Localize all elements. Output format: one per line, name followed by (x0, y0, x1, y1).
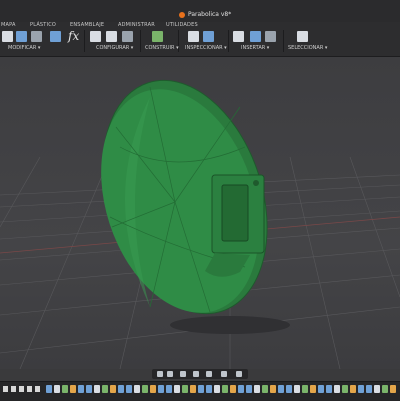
group-modificar[interactable]: MODIFICAR ▾ (8, 45, 40, 52)
ribbon-separator (84, 30, 85, 52)
timeline-feature[interactable] (150, 385, 156, 393)
timeline-feature[interactable] (326, 385, 332, 393)
setup-icon[interactable] (90, 31, 101, 42)
timeline-feature[interactable] (334, 385, 340, 393)
timeline-feature[interactable] (134, 385, 140, 393)
title-bar: Parabolica v8* (0, 0, 400, 22)
timeline-feature[interactable] (126, 385, 132, 393)
timeline-feature[interactable] (94, 385, 100, 393)
timeline-feature[interactable] (70, 385, 76, 393)
timeline-feature[interactable] (54, 385, 60, 393)
timeline-feature[interactable] (174, 385, 180, 393)
construct-plane-icon[interactable] (152, 31, 163, 42)
orbit-icon[interactable] (157, 371, 163, 377)
group-insertar[interactable]: INSERTAR ▾ (241, 45, 269, 52)
zoom-icon[interactable] (180, 371, 186, 377)
pan-icon[interactable] (167, 371, 173, 377)
stock-icon[interactable] (106, 31, 117, 42)
press-pull-icon[interactable] (2, 31, 13, 42)
play-icon[interactable] (19, 386, 24, 392)
timeline-feature[interactable] (222, 385, 228, 393)
timeline-feature[interactable] (262, 385, 268, 393)
chamfer-icon[interactable] (31, 31, 42, 42)
timeline-feature[interactable] (110, 385, 116, 393)
next-icon[interactable] (27, 386, 32, 392)
fit-icon[interactable] (193, 371, 199, 377)
fusion-app-icon (179, 12, 185, 18)
timeline-feature[interactable] (206, 385, 212, 393)
timeline-feature[interactable] (270, 385, 276, 393)
timeline-feature[interactable] (86, 385, 92, 393)
fillet-icon[interactable] (16, 31, 27, 42)
tab-mapa[interactable]: MAPA (1, 22, 16, 29)
display-icon[interactable] (206, 371, 212, 377)
timeline-feature[interactable] (238, 385, 244, 393)
mount-screw (253, 180, 259, 186)
decal-icon[interactable] (265, 31, 276, 42)
previous-icon[interactable] (11, 386, 16, 392)
timeline-feature[interactable] (214, 385, 220, 393)
timeline-feature[interactable] (46, 385, 52, 393)
ribbon-separator (228, 30, 229, 52)
timeline-feature[interactable] (358, 385, 364, 393)
timeline-feature[interactable] (294, 385, 300, 393)
tab-utilidades[interactable]: UTILIDADES (166, 22, 198, 29)
group-construir[interactable]: CONSTRUIR ▾ (145, 45, 179, 52)
timeline-feature[interactable] (62, 385, 68, 393)
timeline-feature[interactable] (278, 385, 284, 393)
grid-icon[interactable] (221, 371, 227, 377)
timeline-feature[interactable] (158, 385, 164, 393)
timeline-feature[interactable] (190, 385, 196, 393)
section-analysis-icon[interactable] (203, 31, 214, 42)
tab-administrar[interactable]: ADMINISTRAR (118, 22, 155, 29)
timeline-feature[interactable] (198, 385, 204, 393)
timeline-feature[interactable] (382, 385, 388, 393)
ribbon-separator (140, 30, 141, 52)
tab-plastico[interactable]: PLÁSTICO (30, 22, 56, 29)
feed-slot (221, 184, 249, 242)
timeline-feature[interactable] (246, 385, 252, 393)
select-icon[interactable] (297, 31, 308, 42)
timeline-feature[interactable] (342, 385, 348, 393)
timeline-feature[interactable] (102, 385, 108, 393)
dish-shadow (170, 316, 290, 334)
timeline-feature[interactable] (142, 385, 148, 393)
timeline-feature[interactable] (166, 385, 172, 393)
timeline-feature[interactable] (310, 385, 316, 393)
timeline-feature[interactable] (78, 385, 84, 393)
timeline-feature[interactable] (286, 385, 292, 393)
last-icon[interactable] (35, 386, 40, 392)
timeline-feature[interactable] (390, 385, 396, 393)
timeline-feature[interactable] (182, 385, 188, 393)
timeline-feature[interactable] (230, 385, 236, 393)
document-title: Parabolica v8* (188, 11, 232, 18)
first-icon[interactable] (3, 386, 8, 392)
ribbon-separator (283, 30, 284, 52)
viewport-canvas (0, 79, 400, 369)
measure-icon[interactable] (188, 31, 199, 42)
timeline-feature[interactable] (254, 385, 260, 393)
timeline-feature[interactable] (118, 385, 124, 393)
timeline-feature[interactable] (318, 385, 324, 393)
timeline-feature[interactable] (366, 385, 372, 393)
table-icon[interactable] (122, 31, 133, 42)
group-inspeccionar[interactable]: INSPECCIONAR ▾ (185, 45, 227, 52)
insert-image-icon[interactable] (250, 31, 261, 42)
timeline-feature[interactable] (302, 385, 308, 393)
viewport-icon[interactable] (236, 371, 242, 377)
timeline-feature[interactable] (350, 385, 356, 393)
timeline-feature[interactable] (374, 385, 380, 393)
insert-mesh-icon[interactable] (233, 31, 244, 42)
3d-viewport[interactable] (0, 57, 400, 369)
group-configurar[interactable]: CONFIGURAR ▾ (96, 45, 133, 52)
parameters-fx-icon[interactable]: fx (68, 29, 79, 43)
align-icon[interactable] (50, 31, 61, 42)
tab-ensamblaje[interactable]: ENSAMBLAJE (70, 22, 104, 29)
group-seleccionar[interactable]: SELECCIONAR ▾ (288, 45, 327, 52)
